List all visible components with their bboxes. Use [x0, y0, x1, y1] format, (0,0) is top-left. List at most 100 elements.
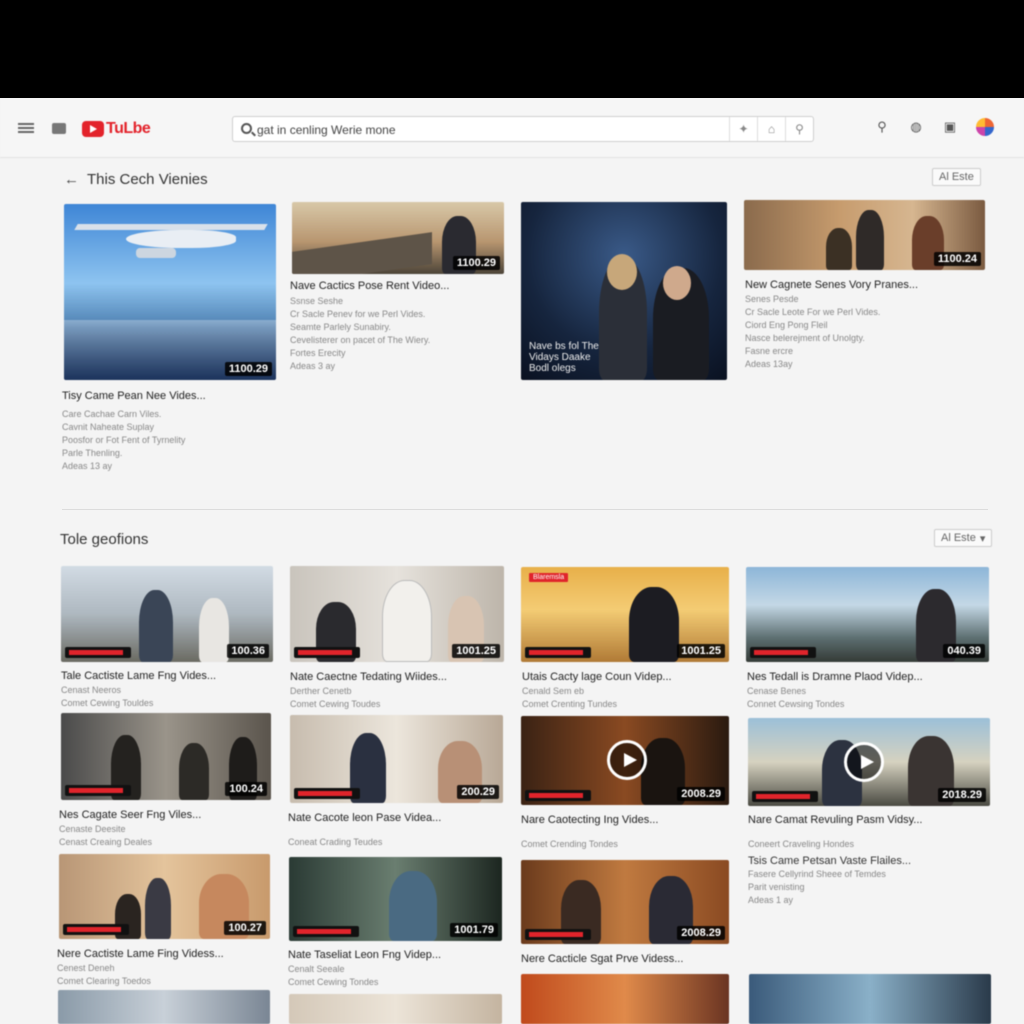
video-title[interactable]: Nave Cactics Pose Rent Video...	[290, 280, 449, 292]
bell-icon[interactable]: ◍	[908, 119, 924, 135]
meta-line: Senes Pesde	[745, 294, 799, 304]
top-bar: TuLbe ✦ ⌂ ⚲ ⚲ ◍ ▣	[0, 98, 1024, 158]
meta-line: Cenast Creaing Deales	[59, 837, 153, 847]
video-title[interactable]: Nes Cagate Seer Fng Viles...	[59, 809, 201, 821]
video-title[interactable]: Tale Cactiste Lame Fng Vides...	[61, 670, 216, 682]
duration-badge: 1001.25	[677, 644, 725, 658]
search-icon[interactable]: ⚲	[874, 119, 890, 135]
meta-line: Derther Cenetb	[290, 686, 352, 696]
meta-line: Ssnse Seshe	[290, 296, 344, 306]
video-meta: Cenald Sem eb Comet Crenting Tundes	[522, 685, 617, 711]
meta-line: Cenase Benes	[747, 686, 807, 696]
back-arrow-icon[interactable]: ←	[64, 171, 79, 188]
video-meta: Cenalt Seeale Comet Cewing Tondes	[288, 963, 378, 989]
video-thumbnail[interactable]: 1100.29	[292, 202, 504, 274]
meta-line: Cr Sacle Penev for we Perl Vides.	[290, 309, 426, 319]
video-thumbnail[interactable]: 200.29	[290, 715, 503, 803]
video-title[interactable]: Utais Cacty lage Coun Videp...	[522, 671, 672, 683]
meta-line: Cenast Neeros	[61, 685, 122, 695]
search-bar[interactable]: ✦ ⌂ ⚲	[232, 116, 814, 142]
video-title[interactable]: Nare Camat Revuling Pasm Vidsy...	[748, 814, 922, 826]
menu-icon[interactable]	[18, 123, 34, 133]
meta-line: Coneat Crading Teudes	[288, 837, 383, 847]
meta-line: Cenalt Seeale	[288, 964, 345, 974]
shop-icon[interactable]: ▣	[942, 119, 958, 135]
progress-bar	[525, 929, 591, 940]
video-thumbnail[interactable]: 1100.29	[64, 204, 276, 380]
progress-bar	[63, 924, 129, 935]
video-meta: Care Cachae Carn Viles. Cavnit Naheate S…	[62, 408, 185, 473]
duration-badge: 1001.79	[450, 923, 498, 937]
section-title-text: This Cech Vienies	[87, 171, 208, 188]
duration-badge: 200.29	[457, 785, 499, 799]
meta-line: Fasere Cellyrind Sheee of Temdes	[748, 869, 886, 879]
meta-line: Parle Thenling.	[62, 448, 123, 458]
meta-line: Comet Crenting Tundes	[522, 699, 618, 709]
video-thumbnail[interactable]: 100.24	[61, 713, 271, 800]
meta-line: Connet Cewsing Tondes	[747, 699, 845, 709]
sort-button[interactable]: Al Este	[932, 168, 981, 186]
section-title: ← This Cech Vienies	[64, 171, 208, 188]
play-icon[interactable]	[607, 740, 647, 780]
video-thumbnail[interactable]: 2018.29	[748, 718, 990, 806]
meta-line: Comet Cewing Tondes	[288, 977, 379, 987]
avatar[interactable]	[976, 118, 994, 136]
meta-line: Fortes Erecity	[290, 348, 346, 358]
duration-badge: 1100.29	[452, 256, 500, 270]
video-title[interactable]: Nes Tedall is Dramne Plaod Videp...	[747, 671, 923, 683]
duration-badge: 100.24	[225, 782, 267, 796]
meta-line: Cavnit Naheate Suplay	[62, 422, 155, 432]
progress-bar	[294, 788, 360, 799]
meta-line: Comet Crending Tondes	[521, 839, 618, 849]
video-title[interactable]: Tisy Came Pean Nee Vides...	[62, 390, 206, 402]
search-button[interactable]: ⚲	[785, 117, 813, 141]
meta-line: Ciord Eng Pong Fleil	[745, 320, 828, 330]
logo[interactable]: TuLbe	[82, 120, 151, 138]
video-title[interactable]: Nate Taseliat Leon Fng Videp...	[288, 949, 441, 961]
search-input[interactable]	[257, 121, 717, 139]
video-title[interactable]: New Cagnete Senes Vory Pranes...	[745, 279, 918, 291]
video-meta: Derther Cenetb Comet Cewing Toudes	[290, 685, 380, 711]
video-thumbnail[interactable]: 040.39	[746, 567, 989, 662]
duration-badge: 2008.29	[677, 926, 725, 940]
video-thumbnail[interactable]: 2008.29	[521, 716, 729, 805]
video-thumbnail[interactable]: 1001.25	[290, 566, 504, 662]
play-icon[interactable]	[844, 742, 884, 782]
meta-line: Poosfor or Fot Fent of Tyrnelity	[62, 435, 186, 445]
video-thumbnail[interactable]	[521, 974, 729, 1024]
meta-line: Cenaste Deesite	[59, 824, 126, 834]
video-thumbnail[interactable]	[749, 974, 991, 1024]
sort-button[interactable]: Al Este ▾	[934, 529, 993, 547]
video-meta: Comet Crending Tondes	[521, 838, 618, 851]
video-title[interactable]: Nate Cacote leon Pase Videa...	[288, 812, 441, 824]
video-thumbnail[interactable]: 1001.79	[289, 857, 502, 941]
duration-badge: 2008.29	[677, 787, 725, 801]
progress-bar	[750, 647, 816, 658]
meta-line: Cenest Deneh	[57, 963, 115, 973]
video-title[interactable]: Nare Caotecting Ing Vides...	[521, 814, 658, 826]
sort-label: Al Este	[941, 532, 976, 544]
video-title[interactable]: Nere Cactiste Lame Fing Videss...	[57, 948, 224, 960]
video-thumbnail[interactable]: Nave bs fol The Vidays Daake Bodl olegs	[521, 202, 727, 380]
search-icon	[241, 123, 252, 134]
video-thumbnail[interactable]: 100.36	[61, 566, 273, 662]
video-thumbnail[interactable]: 100.27	[59, 854, 270, 939]
video-thumbnail[interactable]	[289, 994, 502, 1024]
grid-icon[interactable]	[52, 123, 66, 134]
video-thumbnail[interactable]: 1100.24	[744, 200, 985, 270]
meta-line: Care Cachae Carn Viles.	[62, 409, 162, 419]
home-icon[interactable]: ⌂	[757, 117, 785, 141]
video-meta: Coneat Crading Teudes	[288, 836, 382, 849]
video-meta: Cenaste Deesite Cenast Creaing Deales	[59, 823, 152, 849]
video-meta: Ssnse Seshe Cr Sacle Penev for we Perl V…	[290, 295, 430, 373]
meta-line: Tsis Came Petsan Vaste Flailes...	[748, 855, 912, 867]
video-title[interactable]: Nate Caectne Tedating Wiides...	[290, 671, 447, 683]
video-thumbnail[interactable]: Blaremsla 1001.25	[521, 567, 729, 662]
video-thumbnail[interactable]	[58, 990, 270, 1024]
mic-icon[interactable]: ✦	[729, 117, 757, 141]
duration-badge: 2018.29	[938, 788, 986, 802]
video-thumbnail[interactable]: 2008.29	[521, 860, 729, 944]
duration-badge: 040.39	[943, 644, 985, 658]
video-title[interactable]: Nere Cacticle Sgat Prve Videss...	[521, 953, 683, 965]
meta-line: Coneert Craveling Hondes	[748, 839, 855, 849]
